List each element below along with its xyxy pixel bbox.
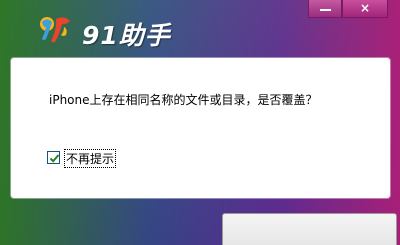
dialog-window: 91助手 × iPhone上存在相同名称的文件或目录，是否覆盖？ 不再提示 — [0, 0, 400, 245]
title-bar[interactable]: 91助手 × — [0, 0, 400, 56]
checkmark-icon — [49, 154, 60, 163]
close-button[interactable]: × — [342, 0, 388, 18]
91-logo-icon — [38, 15, 74, 47]
confirm-button[interactable] — [222, 213, 397, 245]
app-title: 91助手 — [82, 21, 171, 50]
dialog-message: iPhone上存在相同名称的文件或目录，是否覆盖？ — [49, 93, 318, 107]
dont-show-again-label: 不再提示 — [63, 149, 117, 168]
minimize-button[interactable] — [308, 0, 342, 18]
dont-show-again-checkbox[interactable] — [47, 151, 60, 164]
close-icon: × — [360, 1, 371, 15]
dialog-content: iPhone上存在相同名称的文件或目录，是否覆盖？ 不再提示 — [11, 58, 390, 198]
